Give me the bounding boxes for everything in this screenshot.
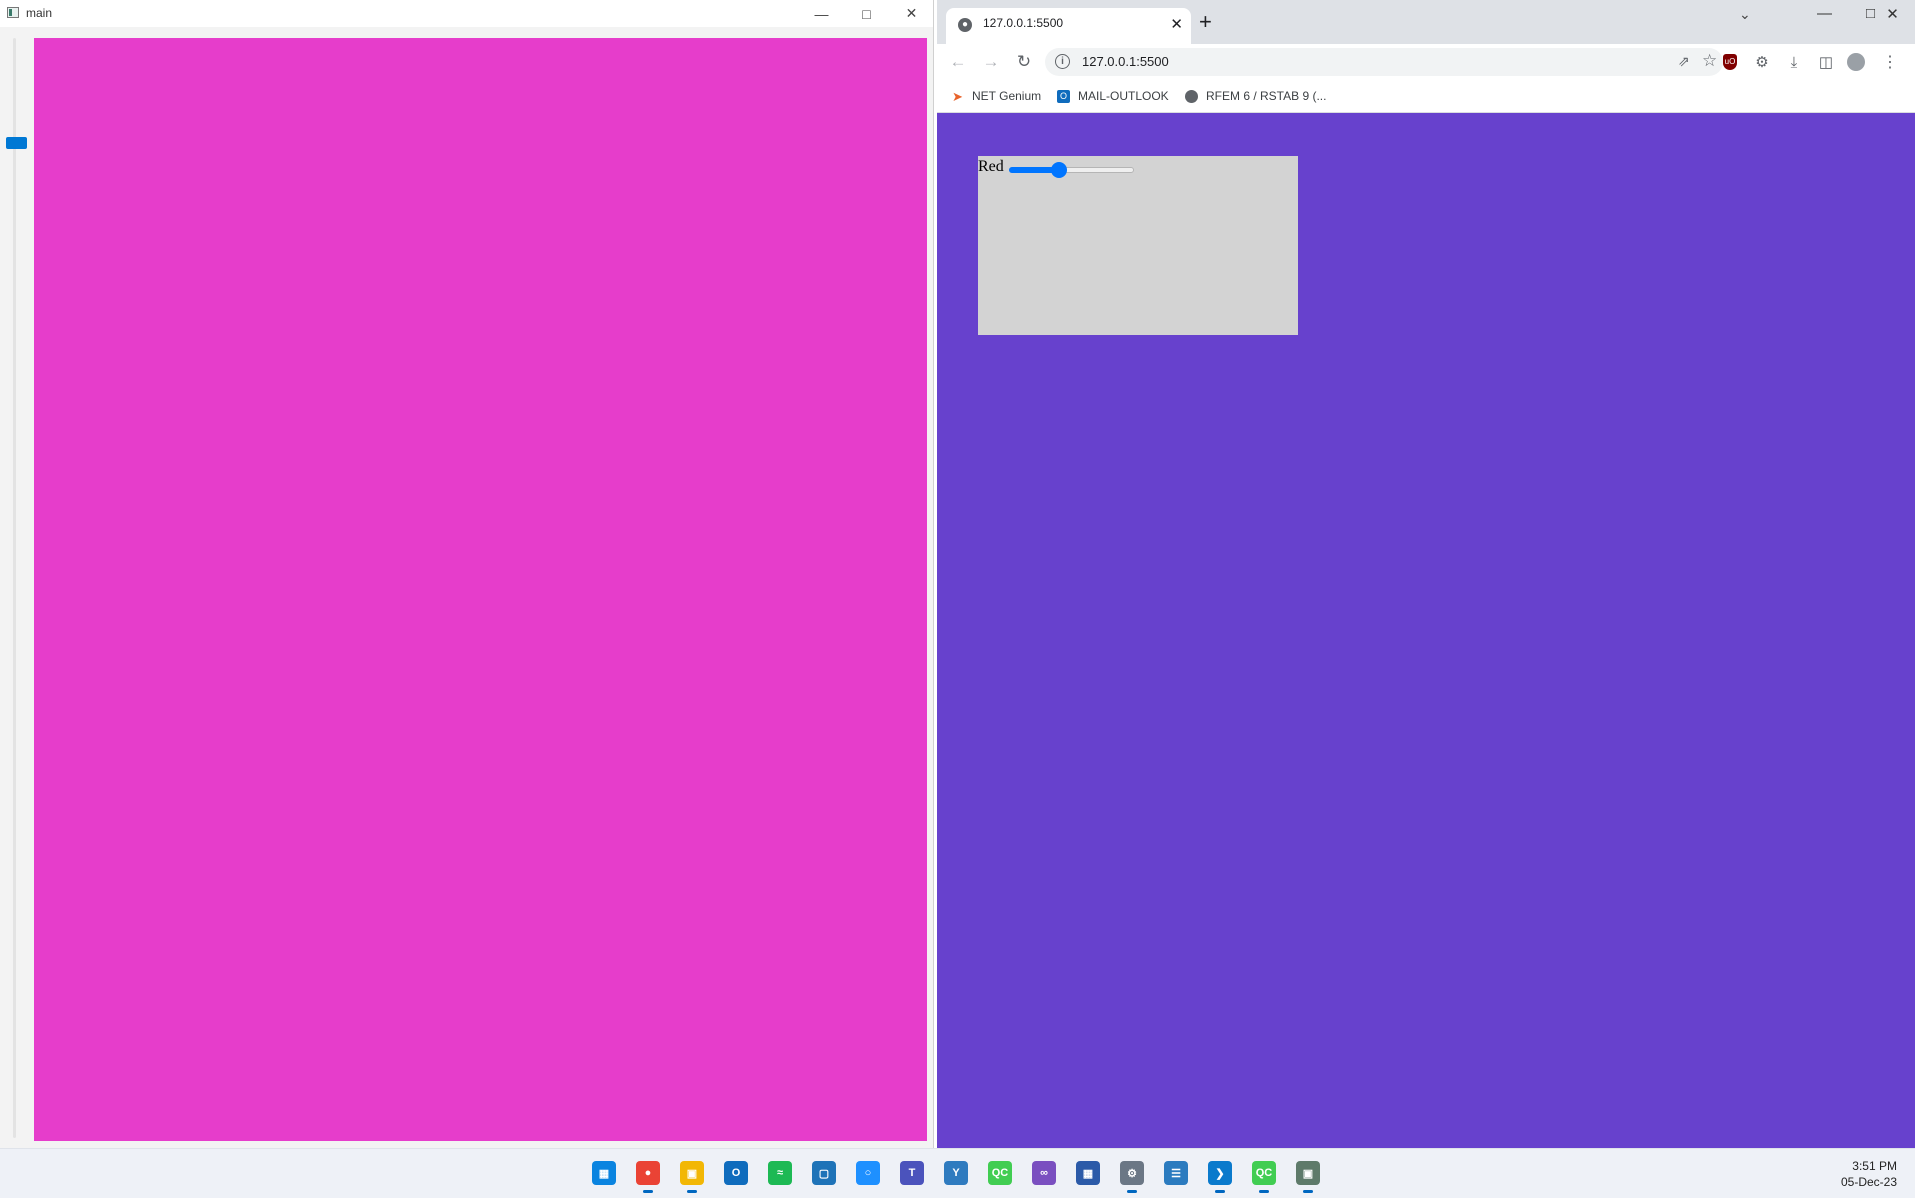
- extensions-icon[interactable]: ⚙: [1753, 53, 1771, 71]
- app-icon[interactable]: ▣: [1296, 1161, 1320, 1193]
- app-icon[interactable]: ○: [856, 1161, 880, 1185]
- settings-icon[interactable]: ⚙: [1120, 1161, 1144, 1193]
- bookmark-net-genium[interactable]: ➤ NET Genium: [951, 89, 1041, 103]
- teams-icon[interactable]: T: [900, 1161, 924, 1185]
- clock-date: 05-Dec-23: [1840, 1175, 1897, 1189]
- qt-creator-icon[interactable]: QC: [1252, 1161, 1276, 1193]
- close-icon[interactable]: ✕: [889, 0, 934, 27]
- back-arrow-icon[interactable]: ←: [945, 49, 971, 75]
- minimize-icon[interactable]: —: [799, 0, 844, 27]
- browser-toolbar: ← → ↻ i 127.0.0.1:5500 ⇗ ☆ uO ⚙ ⤓ ◫ ⋮: [937, 44, 1915, 80]
- bookmarks-bar: ➤ NET Genium O MAIL-OUTLOOK RFEM 6 / RST…: [937, 80, 1915, 113]
- app-icon[interactable]: ▦: [1076, 1161, 1100, 1185]
- red-slider[interactable]: [1009, 162, 1134, 178]
- app-window: main — □ ✕: [0, 0, 934, 1148]
- share-icon[interactable]: ⇗: [1678, 53, 1690, 70]
- net-genium-icon: ➤: [952, 88, 963, 104]
- side-panel-icon[interactable]: ◫: [1817, 53, 1835, 71]
- bookmark-star-icon[interactable]: ☆: [1702, 51, 1717, 71]
- close-icon[interactable]: ✕: [1870, 0, 1915, 27]
- app-window-icon: [7, 7, 19, 18]
- tab-close-icon[interactable]: ✕: [1170, 15, 1183, 33]
- color-canvas: [34, 38, 927, 1141]
- vertical-slider-track[interactable]: [13, 38, 16, 1138]
- clock-time: 3:51 PM: [1852, 1159, 1897, 1173]
- download-icon[interactable]: ⤓: [1785, 53, 1803, 71]
- browser-window: ● 127.0.0.1:5500 ✕ + ⌄ — □ ✕ ← → ↻ i 127…: [937, 0, 1915, 1148]
- notepad-icon[interactable]: ☰: [1164, 1161, 1188, 1185]
- info-icon[interactable]: i: [1055, 54, 1070, 69]
- globe-icon: ●: [958, 18, 972, 32]
- ublock-icon[interactable]: uO: [1721, 53, 1739, 71]
- bookmark-rfem[interactable]: RFEM 6 / RSTAB 9 (...: [1185, 89, 1326, 103]
- address-bar[interactable]: i 127.0.0.1:5500 ⇗ ☆: [1045, 48, 1723, 76]
- outlook-icon[interactable]: O: [724, 1161, 748, 1185]
- bookmark-mail-outlook[interactable]: O MAIL-OUTLOOK: [1057, 89, 1169, 103]
- reload-icon[interactable]: ↻: [1011, 49, 1037, 75]
- color-control-panel: Red: [978, 156, 1298, 335]
- tab-strip: ● 127.0.0.1:5500 ✕ + ⌄ — □ ✕: [937, 0, 1915, 44]
- qt-creator-icon[interactable]: QC: [988, 1161, 1012, 1185]
- start-icon[interactable]: ▦: [592, 1161, 616, 1185]
- profile-avatar-icon[interactable]: [1847, 53, 1865, 71]
- app-icon[interactable]: Y: [944, 1161, 968, 1185]
- spotify-icon[interactable]: ≈: [768, 1161, 792, 1185]
- red-slider-thumb[interactable]: [1051, 162, 1067, 178]
- tab-title: 127.0.0.1:5500: [983, 16, 1064, 30]
- app-icon[interactable]: ▢: [812, 1161, 836, 1185]
- maximize-icon[interactable]: □: [844, 0, 889, 27]
- tab-search-icon[interactable]: ⌄: [1739, 6, 1751, 23]
- chrome-icon[interactable]: ●: [636, 1161, 660, 1193]
- taskbar: ▦ ● ▣ O ≈ ▢ ○ T Y QC ∞ ▦ ⚙ ☰ ❯ QC ▣ 3:51 PM 05-Dec-23: [0, 1148, 1915, 1198]
- globe-icon: [1185, 89, 1198, 103]
- minimize-icon[interactable]: —: [1802, 0, 1847, 27]
- vscode-icon[interactable]: ❯: [1208, 1161, 1232, 1193]
- bookmark-label: RFEM 6 / RSTAB 9 (...: [1206, 89, 1327, 103]
- red-label: Red: [978, 158, 1004, 175]
- tab-active[interactable]: ● 127.0.0.1:5500 ✕: [946, 8, 1191, 44]
- system-clock[interactable]: 3:51 PM 05-Dec-23: [1841, 1158, 1897, 1190]
- bookmark-label: NET Genium: [972, 89, 1042, 103]
- outlook-icon: O: [1057, 89, 1070, 103]
- bookmark-label: MAIL-OUTLOOK: [1078, 89, 1169, 103]
- app-window-title: main: [26, 6, 53, 20]
- app-titlebar: main — □ ✕: [0, 0, 933, 27]
- forward-arrow-icon[interactable]: →: [978, 49, 1004, 75]
- vertical-slider-handle[interactable]: [6, 137, 27, 149]
- visual-studio-icon[interactable]: ∞: [1032, 1161, 1056, 1185]
- file-explorer-icon[interactable]: ▣: [680, 1161, 704, 1193]
- new-tab-button[interactable]: +: [1199, 10, 1212, 34]
- url-text[interactable]: 127.0.0.1:5500: [1082, 54, 1169, 69]
- more-menu-icon[interactable]: ⋮: [1881, 53, 1899, 71]
